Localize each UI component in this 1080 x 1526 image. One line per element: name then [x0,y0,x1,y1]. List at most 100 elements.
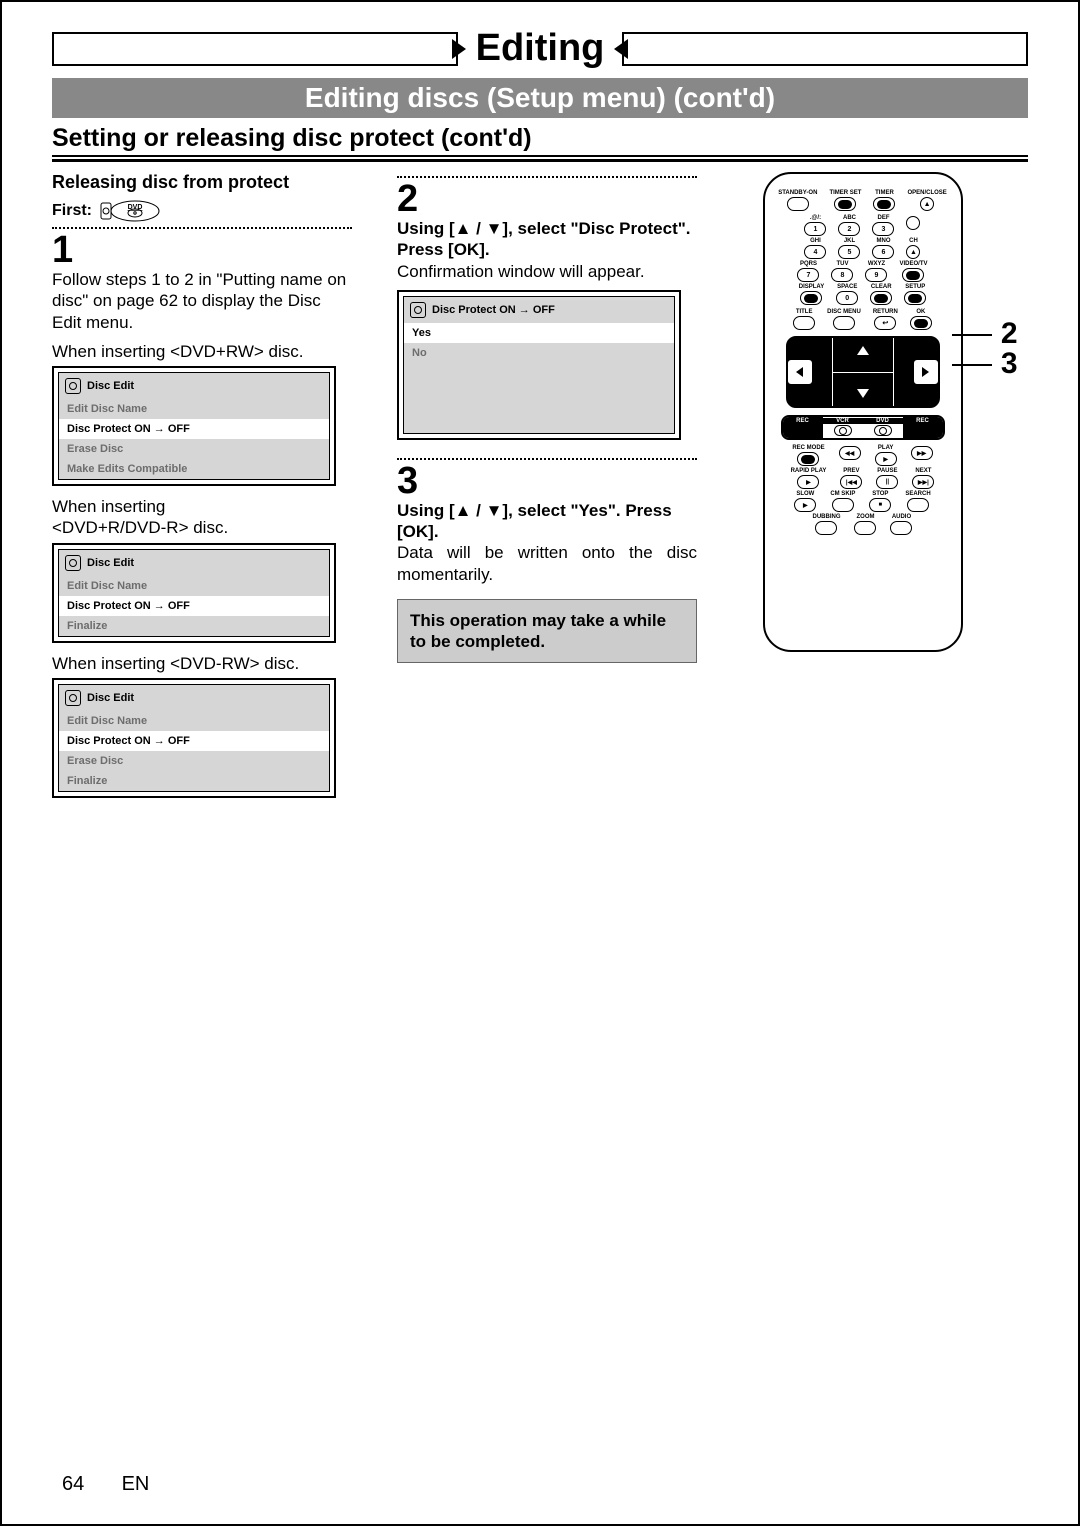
decor-right [622,32,1028,66]
first-label: First: [52,202,92,220]
dpad-left-button [786,358,814,386]
left-column: Releasing disc from protect First: DVD 1… [52,172,352,808]
step-2-title: Using [▲ / ▼], select "Disc Protect". Pr… [397,218,697,261]
remote-button: 5 [838,245,860,259]
dotted-divider [397,176,697,178]
disc-edit-menu-dvd-rw: Disc Edit Edit Disc NameDisc Protect ON … [52,678,336,798]
remote-button [832,498,854,512]
disc-edit-menu-dvd-plus-rw: Disc Edit Edit Disc NameDisc Protect ON … [52,366,336,486]
section-bar: Editing discs (Setup menu) (cont'd) [52,78,1028,118]
menu-title: Disc Protect ON → OFF [432,304,555,316]
callout-2: 2 [952,317,1017,351]
remote-button [874,425,892,436]
remote-top-row: STANDBY-ONTIMER SETTIMEROPEN/CLOSE▲ [778,190,947,211]
remote-button: ▶ [794,498,816,512]
remote-keypad: .@/:1ABC2DEF3GHI4JKL5MNO6CH▲PQRS7TUV8WXY… [797,213,927,307]
dvd-icon: DVD [100,199,160,223]
remote-button: 4 [804,245,826,259]
mode-cell: REC [903,417,943,438]
step-3-para: Data will be written onto the disc momen… [397,542,697,585]
decor-left [52,32,458,66]
menu-item: Edit Disc Name [59,399,329,419]
chapter-header: Editing [52,27,1028,70]
releasing-heading: Releasing disc from protect [52,172,352,193]
menu-title: Disc Edit [87,692,134,704]
disc-icon [65,690,81,706]
menu-item: Finalize [59,616,329,636]
page-footer: 64 EN [62,1473,149,1496]
remote-mode-bar: RECVCRDVDREC [781,415,945,440]
remote-button: ▶▶ [911,446,933,460]
disc-icon [410,302,426,318]
when-dvd-rw-minus: When inserting <DVD-RW> disc. [52,653,352,674]
menu-list: YesNo [404,323,674,433]
disc-icon [65,555,81,571]
remote-button: ▶ [797,475,819,489]
menu-item: Erase Disc [59,439,329,459]
remote-button [834,197,856,211]
menu-title: Disc Edit [87,557,134,569]
remote-button [873,197,895,211]
mode-cell: DVD [863,417,903,438]
remote-button: 3 [872,222,894,236]
remote-button [797,452,819,466]
menu-title-row: Disc Edit [59,550,329,576]
page-number: 64 [62,1473,102,1496]
step-3-number: 3 [397,462,697,500]
dpad-right-button [912,358,940,386]
mode-cell: VCR [823,417,863,438]
remote-button [793,316,815,330]
remote-button: ▲ [920,197,934,211]
middle-column: 2 Using [▲ / ▼], select "Disc Protect". … [397,172,697,663]
menu-item: Finalize [59,771,329,791]
remote-button: |◀◀ [840,475,862,489]
remote-button [870,291,892,305]
menu-item: No [404,343,674,363]
remote-button [906,216,920,230]
remote-button: ▲ [906,245,920,259]
menu-list: Edit Disc NameDisc Protect ON → OFFErase… [59,399,329,479]
menu-item: Make Edits Compatible [59,459,329,479]
menu-item: Disc Protect ON → OFF [59,596,329,616]
subsection-title: Setting or releasing disc protect (cont'… [52,124,1028,162]
remote-lower-rows: REC MODE◀◀PLAY▶▶▶RAPID PLAY▶PREV|◀◀PAUSE… [791,443,935,537]
menu-item: Yes [404,323,674,343]
step-3-title: Using [▲ / ▼], select "Yes". Press [OK]. [397,500,697,543]
subsection-text: Setting or releasing disc protect (cont'… [52,124,1028,157]
menu-title-row: Disc Edit [59,685,329,711]
remote-button [815,521,837,535]
note-box: This operation may take a while to be co… [397,599,697,664]
menu-list: Edit Disc NameDisc Protect ON → OFFErase… [59,711,329,791]
remote-button [834,425,852,436]
remote-button [854,521,876,535]
menu-title-row: Disc Protect ON → OFF [404,297,674,323]
remote-button: 6 [872,245,894,259]
remote-button [902,268,924,282]
menu-item: Disc Protect ON → OFF [59,731,329,751]
remote-button: ◀◀ [839,446,861,460]
first-row: First: DVD [52,199,352,223]
step-1-intro: Follow steps 1 to 2 in "Putting name on … [52,269,352,333]
callout-3: 3 [952,347,1017,381]
dotted-divider [52,227,352,229]
remote-ok-button [910,316,932,330]
dpad-up-icon [857,346,869,355]
page-language: EN [122,1473,150,1496]
remote-button: 1 [804,222,826,236]
right-column: STANDBY-ONTIMER SETTIMEROPEN/CLOSE▲ .@/:… [697,172,1028,652]
menu-item: Edit Disc Name [59,711,329,731]
remote-button: ▶▶| [912,475,934,489]
remote-button: 0 [836,291,858,305]
disc-icon [65,378,81,394]
menu-item: Disc Protect ON → OFF [59,419,329,439]
dpad-down-icon [857,389,869,398]
step-2-para: Confirmation window will appear. [397,261,697,282]
remote-button: ■ [869,498,891,512]
remote-button: ↩ [874,316,896,330]
menu-item: Edit Disc Name [59,576,329,596]
step-1-number: 1 [52,231,352,269]
menu-title-row: Disc Edit [59,373,329,399]
remote-button: 8 [831,268,853,282]
when-dvd-rw-plus: When inserting <DVD+RW> disc. [52,341,352,362]
when-dvd-r: When inserting <DVD+R/DVD-R> disc. [52,496,352,539]
